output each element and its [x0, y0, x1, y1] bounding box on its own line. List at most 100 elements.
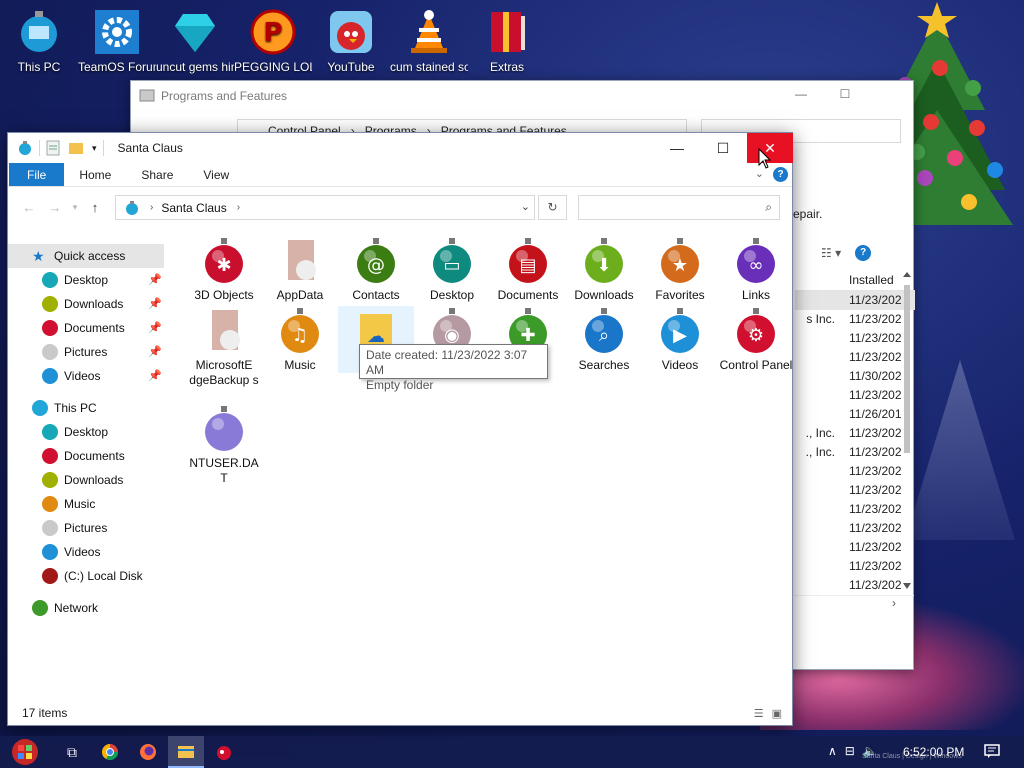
pin-icon[interactable]: 📌	[148, 321, 162, 334]
new-folder-icon[interactable]	[68, 141, 84, 155]
program-row[interactable]: 11/23/202	[795, 519, 915, 538]
address-separator-icon[interactable]: ›	[237, 202, 240, 213]
desktop-icon-teamos-forum-link[interactable]: TeamOS Forum Link	[78, 6, 156, 74]
folder-music[interactable]: ♫ Music	[262, 306, 338, 373]
large-icons-view-icon[interactable]: ▣	[772, 707, 782, 720]
folder-label: Contacts	[352, 288, 400, 302]
address-separator-icon[interactable]: ›	[150, 202, 153, 213]
programs-help-icon[interactable]: ?	[855, 245, 872, 261]
tab-home[interactable]: Home	[64, 163, 126, 186]
sidebar-item-pc-videos[interactable]: Videos	[8, 540, 164, 564]
folder-desktop[interactable]: ▭ Desktop	[414, 236, 490, 303]
address-bar[interactable]: › Santa Claus › ⌄	[115, 195, 535, 220]
folder-links[interactable]: ∞ Links	[718, 236, 794, 303]
program-row[interactable]: 11/23/202	[795, 348, 915, 367]
folder-control-panel[interactable]: ⚙ Control Panel	[718, 306, 794, 373]
sidebar-item-pc-pictures[interactable]: Pictures	[8, 516, 164, 540]
network-tray-icon[interactable]: ⊟	[845, 744, 855, 758]
sidebar-item-pc-documents[interactable]: Documents	[8, 444, 164, 468]
program-row[interactable]: 11/23/202	[795, 576, 915, 595]
details-view-icon[interactable]: ☰	[754, 707, 764, 720]
folder-contacts[interactable]: @ Contacts	[338, 236, 414, 303]
sidebar-item-pc-desktop[interactable]: Desktop	[8, 420, 164, 444]
file-explorer-taskbar-button[interactable]	[168, 736, 204, 768]
program-row[interactable]: 11/23/202	[795, 500, 915, 519]
pin-icon[interactable]: 📌	[148, 297, 162, 310]
desktop-icon-youtube[interactable]: YouTube	[312, 6, 390, 74]
forward-arrow-icon[interactable]: →	[42, 200, 68, 215]
address-dropdown-chevron-icon[interactable]: ⌄	[521, 200, 530, 213]
sidebar-item-quick-access[interactable]: ★ Quick access	[8, 244, 164, 268]
folder-3d-objects[interactable]: ✱ 3D Objects	[186, 236, 262, 303]
desktop-icon-pegging-lol[interactable]: P PEGGING LOL	[234, 6, 312, 74]
up-arrow-icon[interactable]: ↑	[82, 200, 108, 215]
installed-column-header[interactable]: Installed	[795, 267, 915, 291]
firefox-taskbar-button[interactable]	[130, 736, 166, 768]
folder-downloads[interactable]: ⬇ Downloads	[566, 236, 642, 303]
explorer-titlebar[interactable]: ▾ Santa Claus — ☐ ✕	[8, 133, 793, 163]
folder-documents[interactable]: ▤ Documents	[490, 236, 566, 303]
search-input[interactable]: ⌕	[578, 195, 780, 220]
program-row[interactable]: 11/23/202	[795, 557, 915, 576]
program-row[interactable]: 11/23/202	[795, 386, 915, 405]
notification-center-icon[interactable]	[984, 743, 1000, 759]
folder-favorites[interactable]: ★ Favorites	[642, 236, 718, 303]
tab-file[interactable]: File	[9, 163, 65, 186]
sidebar-item-pc-c-local-disk[interactable]: (C:) Local Disk	[8, 564, 164, 588]
address-crumb[interactable]: Santa Claus	[161, 201, 226, 215]
refresh-icon[interactable]: ↻	[538, 195, 567, 220]
program-row[interactable]: 11/23/202	[795, 462, 915, 481]
programs-window-titlebar[interactable]: Programs and Features — ☐	[131, 81, 913, 111]
folder-appdata[interactable]: AppData	[262, 236, 338, 303]
properties-icon[interactable]	[46, 140, 60, 156]
sidebar-item-quick-downloads[interactable]: Downloads 📌	[8, 292, 164, 316]
maximize-button[interactable]: ☐	[700, 133, 746, 163]
chrome-taskbar-button[interactable]	[92, 736, 128, 768]
explorer-window[interactable]: ▾ Santa Claus — ☐ ✕ File Home Share View…	[7, 132, 793, 726]
sidebar-item-quick-videos[interactable]: Videos 📌	[8, 364, 164, 388]
program-row[interactable]: ., Inc. 11/23/202	[795, 443, 915, 462]
tab-share[interactable]: Share	[126, 163, 188, 186]
sidebar-item-network[interactable]: Network	[8, 596, 164, 620]
programs-hscrollbar[interactable]: ›	[794, 595, 914, 613]
program-row[interactable]: 11/23/202	[795, 291, 915, 310]
back-arrow-icon[interactable]: ←	[16, 200, 42, 215]
pin-icon[interactable]: 📌	[148, 273, 162, 286]
folder-ntuser-dat[interactable]: NTUSER.DA T	[186, 404, 262, 486]
pin-icon[interactable]: 📌	[148, 345, 162, 358]
pin-icon[interactable]: 📌	[148, 369, 162, 382]
programs-minimize-button[interactable]: —	[791, 87, 811, 101]
desktop-icon-extras[interactable]: Extras	[468, 6, 546, 74]
sidebar-item-this-pc[interactable]: This PC	[8, 396, 164, 420]
start-button[interactable]	[4, 736, 46, 768]
program-row[interactable]: ., Inc. 11/23/202	[795, 424, 915, 443]
minimize-button[interactable]: —	[654, 133, 700, 163]
programs-maximize-button[interactable]: ☐	[835, 87, 855, 101]
program-row[interactable]: 11/23/202	[795, 481, 915, 500]
folder-microsoftedgebackups[interactable]: MicrosoftE dgeBackup s	[186, 306, 262, 388]
recent-locations-chevron-icon[interactable]: ▾	[68, 202, 82, 213]
show-hidden-icons-chevron-icon[interactable]: ∧	[828, 744, 837, 758]
program-row[interactable]: s Inc. 11/23/202	[795, 310, 915, 329]
sidebar-item-quick-documents[interactable]: Documents 📌	[8, 316, 164, 340]
sidebar-item-pc-downloads[interactable]: Downloads	[8, 468, 164, 492]
program-row[interactable]: 11/26/201	[795, 405, 915, 424]
sidebar-item-pc-music[interactable]: Music	[8, 492, 164, 516]
programs-scrollbar[interactable]	[901, 271, 913, 591]
help-icon[interactable]: ?	[773, 167, 788, 182]
program-row[interactable]: 11/30/202	[795, 367, 915, 386]
tab-view[interactable]: View	[188, 163, 244, 186]
program-row[interactable]: 11/23/202	[795, 538, 915, 557]
customize-toolbar-chevron-icon[interactable]: ▾	[92, 143, 97, 154]
view-options-icon[interactable]: ☷ ▾	[821, 246, 841, 260]
desktop-icon-uncut-gems-hindi[interactable]: uncut gems hindi	[156, 6, 234, 74]
sidebar-item-quick-desktop[interactable]: Desktop 📌	[8, 268, 164, 292]
santa-taskbar-button[interactable]	[206, 736, 242, 768]
desktop-icon-cum-stained-sons[interactable]: cum stained sons	[390, 6, 468, 74]
folder-videos[interactable]: ▶ Videos	[642, 306, 718, 373]
folder-searches[interactable]: ⌕ Searches	[566, 306, 642, 373]
desktop-icon-this-pc[interactable]: This PC	[0, 6, 78, 74]
sidebar-item-quick-pictures[interactable]: Pictures 📌	[8, 340, 164, 364]
task-view-button[interactable]: ⧉	[54, 736, 90, 768]
program-row[interactable]: 11/23/202	[795, 329, 915, 348]
